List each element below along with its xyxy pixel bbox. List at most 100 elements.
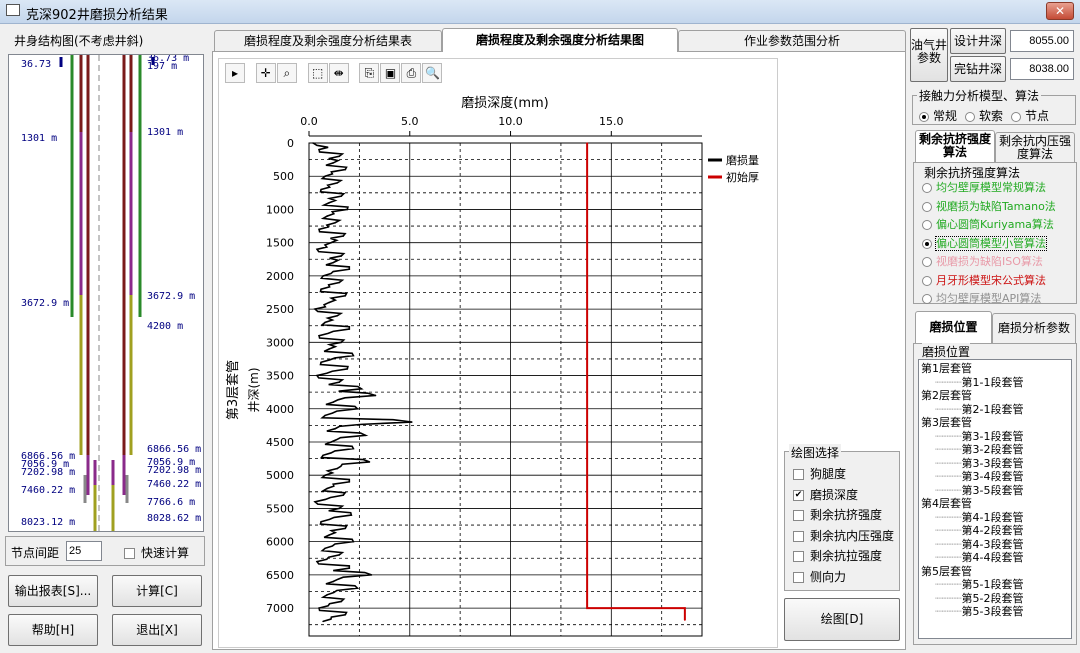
radio-icon[interactable] bbox=[922, 275, 932, 286]
algo-label: 均匀壁厚模型API算法 bbox=[936, 292, 1042, 305]
data-point bbox=[320, 520, 322, 523]
algo-label: 偏心圆筒模型小管算法 bbox=[935, 235, 1047, 251]
data-point bbox=[318, 607, 320, 609]
tree-node-casing-segment[interactable]: ┈┈┈┈第5-1段套管 bbox=[921, 578, 1069, 592]
y-tick-label: 3000 bbox=[266, 336, 294, 349]
data-point bbox=[346, 368, 349, 370]
plot-option-checkbox[interactable]: 剩余抗内压强度 bbox=[793, 526, 894, 547]
data-point bbox=[348, 328, 351, 330]
data-point bbox=[332, 401, 334, 403]
radio-icon[interactable] bbox=[919, 111, 929, 122]
tab-wear-position[interactable]: 磨损位置 bbox=[915, 311, 992, 343]
checkbox-icon[interactable]: ✔ bbox=[793, 489, 804, 501]
tree-node-casing-layer[interactable]: 第4层套管 bbox=[921, 497, 1069, 511]
tree-node-label: 第4-3段套管 bbox=[961, 537, 1024, 551]
tree-node-casing-layer[interactable]: 第3层套管 bbox=[921, 416, 1069, 430]
data-point bbox=[330, 441, 332, 443]
tree-node-label: 第4-2段套管 bbox=[961, 524, 1024, 537]
algo-radio[interactable]: 均匀壁厚模型API算法 bbox=[922, 290, 1056, 309]
tree-node-casing-segment[interactable]: ┈┈┈┈第4-2段套管 bbox=[921, 524, 1069, 538]
data-point bbox=[410, 421, 413, 423]
tree-node-casing-segment[interactable]: ┈┈┈┈第3-3段套管 bbox=[921, 457, 1069, 471]
plot-option-checkbox[interactable]: 狗腿度 bbox=[793, 464, 894, 485]
data-point bbox=[336, 314, 339, 317]
tree-node-casing-segment[interactable]: ┈┈┈┈第1-1段套管 bbox=[921, 376, 1069, 390]
data-point bbox=[328, 301, 330, 304]
y-tick-label: 1000 bbox=[266, 203, 294, 216]
y-tick-label: 7000 bbox=[266, 602, 294, 615]
chart-title: 磨损深度(mm) bbox=[461, 95, 548, 111]
well-params-button[interactable]: 油气井参数 bbox=[910, 28, 948, 82]
data-point bbox=[314, 308, 316, 310]
legend-label-initial: 初始厚 bbox=[726, 170, 759, 184]
tree-node-casing-segment[interactable]: ┈┈┈┈第3-1段套管 bbox=[921, 430, 1069, 444]
plot-frame bbox=[308, 142, 703, 637]
plot-option-label: 磨损深度 bbox=[810, 487, 859, 502]
algo-radio[interactable]: 视磨损为缺陷Tamano法 bbox=[922, 198, 1056, 217]
algo-radio[interactable]: 偏心圆筒模型小管算法 bbox=[922, 235, 1056, 254]
tree-node-casing-segment[interactable]: ┈┈┈┈第5-3段套管 bbox=[921, 605, 1069, 619]
data-point bbox=[330, 241, 332, 244]
checkbox-icon[interactable] bbox=[793, 571, 804, 583]
draw-button[interactable]: 绘图[D] bbox=[784, 598, 900, 641]
drilled-depth-label: 完钻井深 bbox=[950, 56, 1006, 82]
y-tick-label: 6000 bbox=[266, 536, 294, 549]
model-radio[interactable]: 常规 bbox=[919, 109, 957, 123]
tree-node-casing-segment[interactable]: ┈┈┈┈第3-5段套管 bbox=[921, 484, 1069, 498]
tree-node-casing-segment[interactable]: ┈┈┈┈第4-1段套管 bbox=[921, 511, 1069, 525]
tree-node-casing-segment[interactable]: ┈┈┈┈第3-2段套管 bbox=[921, 443, 1069, 457]
design-depth-input[interactable] bbox=[1010, 30, 1074, 52]
radio-icon[interactable] bbox=[922, 183, 932, 193]
drilled-depth-input[interactable] bbox=[1010, 58, 1074, 80]
data-point bbox=[316, 248, 318, 251]
radio-icon[interactable] bbox=[922, 238, 932, 249]
radio-icon[interactable] bbox=[922, 294, 932, 304]
tree-node-label: 第5-1段套管 bbox=[961, 578, 1024, 591]
y-axis-label: 井深(m) bbox=[247, 367, 261, 412]
data-point bbox=[336, 467, 339, 470]
checkbox-icon[interactable] bbox=[793, 510, 804, 521]
radio-icon[interactable] bbox=[922, 220, 932, 230]
radio-icon[interactable] bbox=[1011, 111, 1022, 122]
tab-wear-params[interactable]: 磨损分析参数 bbox=[992, 313, 1076, 343]
algo-radio[interactable]: 均匀壁厚模型常规算法 bbox=[922, 179, 1056, 198]
model-radio[interactable]: 软索 bbox=[965, 109, 1003, 123]
tree-node-casing-layer[interactable]: 第1层套管 bbox=[921, 362, 1069, 376]
checkbox-icon[interactable] bbox=[793, 469, 804, 480]
data-point bbox=[370, 574, 373, 576]
data-point bbox=[368, 461, 371, 463]
data-point bbox=[332, 162, 334, 164]
plot-option-label: 剩余抗内压强度 bbox=[810, 528, 895, 543]
tree-node-casing-segment[interactable]: ┈┈┈┈第3-4段套管 bbox=[921, 470, 1069, 484]
tree-node-casing-segment[interactable]: ┈┈┈┈第2-1段套管 bbox=[921, 403, 1069, 417]
radio-icon[interactable] bbox=[922, 257, 932, 267]
plot-option-checkbox[interactable]: 剩余抗挤强度 bbox=[793, 505, 894, 526]
plot-option-checkbox[interactable]: 剩余抗拉强度 bbox=[793, 546, 894, 567]
tab-results-chart[interactable]: 磨损程度及剩余强度分析结果图 bbox=[442, 28, 678, 52]
checkbox-icon[interactable] bbox=[793, 551, 804, 562]
tab-burst-algo[interactable]: 剩余抗内压强度算法 bbox=[995, 132, 1075, 162]
model-radio[interactable]: 节点 bbox=[1011, 109, 1049, 123]
tab-collapse-algo[interactable]: 剩余抗挤强度算法 bbox=[915, 130, 995, 162]
data-point bbox=[322, 620, 324, 623]
plot-option-checkbox[interactable]: 侧向力 bbox=[793, 567, 894, 588]
tree-node-label: 第5-3段套管 bbox=[961, 605, 1024, 618]
data-point bbox=[352, 447, 355, 450]
plot-options-list: 狗腿度 ✔ 磨损深度剩余抗挤强度剩余抗内压强度剩余抗拉强度 侧向力 bbox=[793, 464, 894, 587]
algo-radio[interactable]: 视磨损为缺陷ISO算法 bbox=[922, 253, 1056, 272]
tree-node-casing-segment[interactable]: ┈┈┈┈第5-2段套管 bbox=[921, 592, 1069, 606]
radio-icon[interactable] bbox=[965, 111, 976, 122]
data-point bbox=[320, 188, 322, 191]
tree-node-casing-layer[interactable]: 第5层套管 bbox=[921, 565, 1069, 579]
y-tick-label: 1500 bbox=[266, 237, 294, 250]
algo-radio[interactable]: 偏心圆筒Kuriyama算法 bbox=[922, 216, 1056, 235]
algo-panel: 剩余抗挤强度算法 均匀壁厚模型常规算法 视磨损为缺陷Tamano法 偏心圆筒Kuri… bbox=[913, 162, 1077, 305]
y-tick-label: 4500 bbox=[266, 436, 294, 449]
checkbox-icon[interactable] bbox=[793, 530, 804, 542]
radio-icon[interactable] bbox=[922, 201, 932, 212]
algo-radio[interactable]: 月牙形模型宋公式算法 bbox=[922, 272, 1056, 291]
tree-node-casing-layer[interactable]: 第2层套管 bbox=[921, 389, 1069, 403]
tree-node-casing-segment[interactable]: ┈┈┈┈第4-3段套管 bbox=[921, 538, 1069, 552]
tree-node-casing-segment[interactable]: ┈┈┈┈第4-4段套管 bbox=[921, 551, 1069, 565]
plot-option-checkbox[interactable]: ✔ 磨损深度 bbox=[793, 485, 894, 506]
